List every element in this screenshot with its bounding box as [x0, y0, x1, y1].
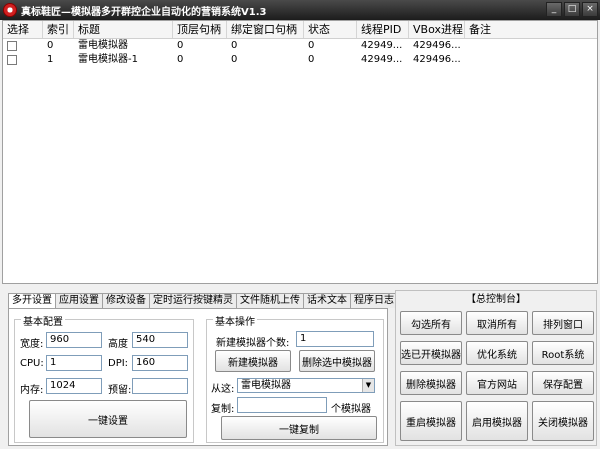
row-index: 0 [47, 40, 54, 51]
row-top-handle: 0 [177, 40, 184, 51]
row-checkbox[interactable] [7, 55, 17, 65]
row-note [465, 39, 597, 53]
basic-config-group: 基本配置 宽度: 960 高度 540 CPU: 1 DPI: 160 内存: … [14, 313, 194, 443]
emulator-table: 选择 索引 标题 顶层句柄 绑定窗口句柄 状态 线程PID VBox进程PI 备… [2, 20, 598, 284]
reserve-label: 预留: [108, 385, 132, 396]
check-all-button[interactable]: 勾选所有 [400, 311, 462, 335]
copy-suffix-label: 个模拟器 [331, 404, 371, 415]
restart-emulator-button[interactable]: 重启模拟器 [400, 401, 462, 441]
dpi-input[interactable]: 160 [132, 355, 188, 371]
tab-file-upload[interactable]: 文件随机上传 [236, 293, 304, 308]
column-header-bind-handle[interactable]: 绑定窗口句柄 [227, 21, 304, 38]
row-bind-handle: 0 [231, 40, 238, 51]
row-select-cell [3, 53, 43, 67]
master-console: 【总控制台】 勾选所有 取消所有 排列窗口 选已开模拟器 优化系统 Root系统… [395, 290, 597, 446]
column-header-top-handle[interactable]: 顶层句柄 [173, 21, 227, 38]
column-header-vbox-pid[interactable]: VBox进程PI [409, 21, 465, 38]
reserve-input[interactable] [132, 378, 188, 394]
window-title: 真标鞋匠—模拟器多开群控企业自动化的营销系统V1.3 [21, 6, 267, 18]
window-controls: _ □ × [546, 2, 598, 17]
basic-config-label: 基本配置 [21, 313, 65, 328]
copy-label: 复制: [211, 404, 235, 415]
cpu-input[interactable]: 1 [46, 355, 102, 371]
row-note [465, 53, 597, 67]
delete-selected-emulator-button[interactable]: 删除选中模拟器 [299, 350, 375, 372]
row-thread-pid: 42949... [361, 54, 403, 65]
settings-tabs: 多开设置 应用设置 修改设备 定时运行按键精灵 文件随机上传 话术文本 程序日志 [8, 293, 398, 309]
console-title: 【总控制台】 [466, 294, 526, 305]
tab-app-settings[interactable]: 应用设置 [55, 293, 103, 308]
basic-operations-label: 基本操作 [213, 313, 257, 328]
row-index: 1 [47, 54, 54, 65]
save-config-button[interactable]: 保存配置 [532, 371, 594, 395]
tab-modify-device[interactable]: 修改设备 [102, 293, 150, 308]
dpi-label: DPI: [108, 358, 129, 369]
minimize-button[interactable]: _ [546, 2, 562, 17]
row-vbox-pid: 429496... [413, 40, 461, 51]
row-select-cell [3, 39, 43, 53]
copy-count-input[interactable] [237, 397, 327, 413]
row-thread-pid: 42949... [361, 40, 403, 51]
width-label: 宽度: [20, 339, 44, 350]
column-header-note[interactable]: 备注 [465, 21, 597, 38]
one-key-setup-button[interactable]: 一键设置 [29, 400, 187, 438]
table-row[interactable]: 1 雷电模拟器-1 0 0 0 42949... 429496... [3, 53, 597, 67]
chevron-down-icon[interactable]: ▼ [362, 379, 374, 392]
maximize-button[interactable]: □ [564, 2, 580, 17]
uncheck-all-button[interactable]: 取消所有 [466, 311, 528, 335]
select-opened-emulators-button[interactable]: 选已开模拟器 [400, 341, 462, 365]
close-button[interactable]: × [582, 2, 598, 17]
cpu-label: CPU: [20, 358, 44, 369]
close-emulator-button[interactable]: 关闭模拟器 [532, 401, 594, 441]
tab-multi-open-settings[interactable]: 多开设置 [8, 293, 56, 309]
start-emulator-button[interactable]: 启用模拟器 [466, 401, 528, 441]
width-input[interactable]: 960 [46, 332, 102, 348]
row-checkbox[interactable] [7, 41, 17, 51]
source-emulator-value: 雷电模拟器 [241, 380, 291, 391]
memory-input[interactable]: 1024 [46, 378, 102, 394]
official-website-button[interactable]: 官方网站 [466, 371, 528, 395]
title-bar: 真标鞋匠—模拟器多开群控企业自动化的营销系统V1.3 _ □ × [0, 0, 600, 20]
one-key-copy-button[interactable]: 一键复制 [221, 416, 377, 440]
app-logo-icon [3, 3, 17, 17]
height-input[interactable]: 540 [132, 332, 188, 348]
from-label: 从这: [211, 384, 235, 395]
row-status: 0 [308, 40, 315, 51]
column-header-thread-pid[interactable]: 线程PID [357, 21, 409, 38]
memory-label: 内存: [20, 385, 44, 396]
source-emulator-select[interactable]: 雷电模拟器 ▼ [237, 378, 375, 393]
new-count-label: 新建模拟器个数: [216, 338, 290, 349]
column-header-title[interactable]: 标题 [74, 21, 173, 38]
tab-script-text[interactable]: 话术文本 [303, 293, 351, 308]
tab-program-log[interactable]: 程序日志 [350, 293, 398, 308]
new-count-input[interactable]: 1 [296, 331, 374, 347]
row-status: 0 [308, 54, 315, 65]
column-header-status[interactable]: 状态 [304, 21, 357, 38]
tab-scheduled-run[interactable]: 定时运行按键精灵 [149, 293, 237, 308]
delete-emulator-button[interactable]: 删除模拟器 [400, 371, 462, 395]
arrange-windows-button[interactable]: 排列窗口 [532, 311, 594, 335]
table-header: 选择 索引 标题 顶层句柄 绑定窗口句柄 状态 线程PID VBox进程PI 备… [3, 21, 597, 39]
basic-operations-group: 基本操作 新建模拟器个数: 1 新建模拟器 删除选中模拟器 从这: 雷电模拟器 … [206, 313, 384, 443]
root-system-button[interactable]: Root系统 [532, 341, 594, 365]
multi-open-settings-panel: 基本配置 宽度: 960 高度 540 CPU: 1 DPI: 160 内存: … [8, 308, 388, 446]
new-emulator-button[interactable]: 新建模拟器 [215, 350, 291, 372]
optimize-system-button[interactable]: 优化系统 [466, 341, 528, 365]
row-vbox-pid: 429496... [413, 54, 461, 65]
table-row[interactable]: 0 雷电模拟器 0 0 0 42949... 429496... [3, 39, 597, 53]
height-label: 高度 [108, 339, 128, 350]
row-top-handle: 0 [177, 54, 184, 65]
row-title: 雷电模拟器 [78, 40, 128, 51]
column-header-index[interactable]: 索引 [43, 21, 74, 38]
row-bind-handle: 0 [231, 54, 238, 65]
row-title: 雷电模拟器-1 [78, 54, 138, 65]
column-header-select[interactable]: 选择 [3, 21, 43, 38]
